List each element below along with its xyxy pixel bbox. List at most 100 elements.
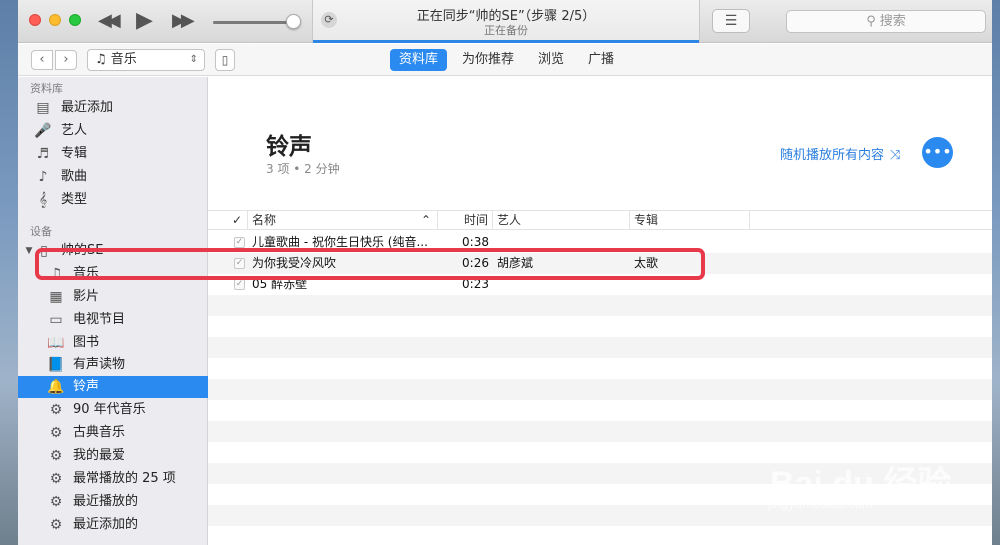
tab-for-you[interactable]: 为你推荐	[453, 49, 523, 71]
gear-icon: ⚙	[49, 471, 63, 487]
sidebar-item-label: 歌曲	[61, 169, 88, 184]
sidebar-item-recently-added[interactable]: ▤ 最近添加	[18, 97, 208, 119]
empty-row	[208, 358, 992, 379]
toolbar: ◀◀ ▶ ▶▶ ⟳ 正在同步“帅的SE”（步骤 2/5） 正在备份 ☰ ⚲ 搜索	[18, 0, 992, 43]
search-icon: ⚲	[866, 14, 876, 29]
tab-library[interactable]: 资料库	[390, 49, 448, 71]
album-icon: ♬	[36, 146, 50, 162]
sidebar-item-label: 艺人	[61, 123, 88, 138]
shuffle-all-button[interactable]: 随机播放所有内容 ⤨	[780, 144, 900, 163]
status-display: ⟳ 正在同步“帅的SE”（步骤 2/5） 正在备份	[312, 0, 700, 43]
sidebar-item-label: 最近添加	[61, 100, 114, 115]
empty-row	[208, 316, 992, 337]
sidebar-item-albums[interactable]: ♬ 专辑	[18, 143, 208, 165]
close-window-button[interactable]	[29, 14, 41, 26]
sidebar-item-tones[interactable]: 🔔 铃声	[18, 376, 208, 398]
shuffle-label: 随机播放所有内容	[780, 148, 885, 163]
microphone-icon: 🎤	[34, 123, 52, 139]
sidebar-item-label: 影片	[73, 289, 100, 304]
rewind-icon[interactable]: ◀◀	[98, 8, 121, 34]
sidebar-item-top-25[interactable]: ⚙ 最常播放的 25 项	[18, 468, 208, 490]
sidebar-item-tv-shows[interactable]: ▭ 电视节目	[18, 309, 208, 331]
column-artist[interactable]: 艺人	[493, 211, 630, 230]
search-input[interactable]: ⚲ 搜索	[786, 10, 986, 33]
sidebar-item-recently-added-playlist[interactable]: ⚙ 最近添加的	[18, 514, 208, 536]
sidebar-item-label: 古典音乐	[73, 425, 126, 440]
media-kind-select[interactable]: ♫ 音乐 ⇕	[87, 49, 205, 71]
sidebar-item-label: 最近播放的	[73, 494, 139, 509]
baidu-watermark-url: jingyan.baidu.com	[768, 496, 873, 511]
note-icon: ♪	[38, 169, 48, 185]
empty-row	[208, 400, 992, 421]
device-button[interactable]: ▯	[215, 49, 235, 71]
column-album[interactable]: 专辑	[630, 211, 750, 230]
back-button[interactable]: ‹	[31, 50, 53, 70]
shuffle-icon: ⤨	[890, 148, 901, 163]
bell-icon: 🔔	[47, 379, 65, 395]
devices-section-title: 设备	[30, 225, 52, 238]
column-name-label: 名称	[252, 213, 277, 227]
gear-icon: ⚙	[49, 448, 63, 464]
empty-row	[208, 505, 992, 526]
sidebar-item-movies[interactable]: ▦ 影片	[18, 286, 208, 308]
sidebar-item-label: 专辑	[61, 146, 88, 161]
media-kind-label: ♫ 音乐	[95, 52, 137, 67]
sidebar-item-songs[interactable]: ♪ 歌曲	[18, 166, 208, 188]
gear-icon: ⚙	[49, 517, 63, 533]
sidebar-item-label: 最近添加的	[73, 517, 139, 532]
film-icon: ▦	[49, 289, 63, 305]
gear-icon: ⚙	[49, 402, 63, 418]
recent-icon: ▤	[36, 100, 50, 116]
empty-row	[208, 526, 992, 545]
play-icon[interactable]: ▶	[136, 8, 153, 34]
tab-browse[interactable]: 浏览	[529, 49, 573, 71]
sidebar-item-label: 有声读物	[73, 357, 126, 372]
up-next-list-button[interactable]: ☰	[712, 9, 750, 33]
sidebar-item-label: 最常播放的 25 项	[73, 471, 176, 486]
sync-progress-bar	[313, 40, 699, 43]
chevron-updown-icon: ⇕	[189, 54, 198, 65]
gear-icon: ⚙	[49, 425, 63, 441]
gear-icon: ⚙	[49, 494, 63, 510]
more-options-button[interactable]: •••	[922, 137, 953, 168]
sidebar-item-label: 电视节目	[73, 312, 126, 327]
empty-row	[208, 379, 992, 400]
sidebar-item-label: 90 年代音乐	[73, 402, 146, 417]
sidebar-item-label: 图书	[73, 335, 100, 350]
item-count-summary: 3 项 • 2 分钟	[266, 162, 340, 176]
sidebar-item-artists[interactable]: 🎤 艺人	[18, 120, 208, 142]
sidebar-item-classical[interactable]: ⚙ 古典音乐	[18, 422, 208, 444]
book-icon: 📖	[47, 335, 65, 351]
column-name[interactable]: 名称 ⌃	[248, 211, 438, 230]
zoom-window-button[interactable]	[69, 14, 81, 26]
sidebar-item-recently-played[interactable]: ⚙ 最近播放的	[18, 491, 208, 513]
sidebar: 资料库 ▤ 最近添加 🎤 艺人 ♬ 专辑 ♪ 歌曲 𝄞 类型 设备 ▼ ▯ 帅的…	[18, 77, 208, 545]
genre-icon: 𝄞	[38, 192, 48, 208]
column-check[interactable]: ✓	[228, 211, 248, 230]
row-checkbox[interactable]: ✓	[234, 237, 245, 248]
search-placeholder: 搜索	[879, 14, 906, 29]
row-checkbox[interactable]: ✓	[234, 279, 245, 290]
column-time[interactable]: 时间	[438, 211, 493, 230]
tv-icon: ▭	[49, 312, 63, 328]
sync-status-subtitle: 正在备份	[484, 24, 528, 37]
volume-slider[interactable]	[213, 21, 295, 24]
empty-row	[208, 337, 992, 358]
sidebar-item-label: 我的最爱	[73, 448, 126, 463]
forward-button[interactable]: ›	[55, 50, 77, 70]
volume-knob[interactable]	[286, 14, 301, 29]
tab-radio[interactable]: 广播	[579, 49, 623, 71]
sidebar-item-label: 类型	[61, 192, 88, 207]
sidebar-item-genres[interactable]: 𝄞 类型	[18, 189, 208, 211]
sidebar-item-books[interactable]: 📖 图书	[18, 332, 208, 354]
sort-ascending-icon: ⌃	[420, 213, 431, 227]
sidebar-item-favorites[interactable]: ⚙ 我的最爱	[18, 445, 208, 467]
annotation-highlight-box	[35, 248, 705, 280]
page-title: 铃声	[266, 134, 312, 160]
minimize-window-button[interactable]	[49, 14, 61, 26]
tab-bar: 资料库 为你推荐 浏览 广播	[390, 49, 623, 71]
fast-forward-icon[interactable]: ▶▶	[172, 8, 195, 34]
sidebar-item-90s-music[interactable]: ⚙ 90 年代音乐	[18, 399, 208, 421]
audiobook-icon: 📘	[47, 357, 65, 373]
sidebar-item-audiobooks[interactable]: 📘 有声读物	[18, 354, 208, 376]
